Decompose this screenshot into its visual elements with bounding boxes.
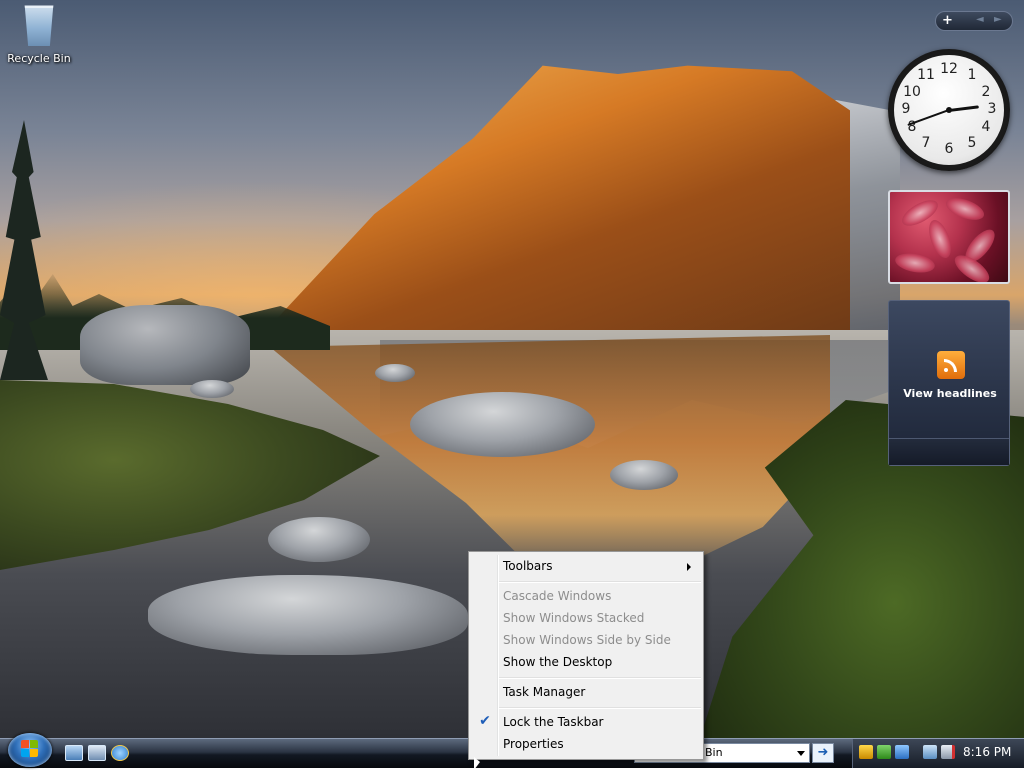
clock-gadget[interactable]: 12 1 2 3 4 5 6 7 8 9 10 11	[888, 49, 1010, 171]
mouse-cursor-icon	[474, 757, 480, 770]
menu-item-label: Show Windows Side by Side	[503, 633, 671, 647]
clock-number: 6	[944, 141, 954, 157]
clock-number: 12	[940, 61, 958, 77]
clock-face: 12 1 2 3 4 5 6 7 8 9 10 11	[894, 55, 1004, 165]
menu-item-label: Show the Desktop	[503, 655, 613, 669]
next-gadget-page-button[interactable]: ►	[994, 14, 1002, 25]
internet-explorer-icon[interactable]	[111, 745, 129, 761]
clock-number: 5	[967, 135, 977, 151]
address-go-button[interactable]: ➜	[812, 743, 834, 763]
menu-item-lock-the-taskbar[interactable]: ✔ Lock the Taskbar	[471, 711, 701, 733]
windows-logo-icon	[21, 740, 39, 758]
notification-area: 8:16 PM	[852, 739, 1024, 768]
address-value: Bin	[705, 746, 723, 759]
clock-number: 2	[981, 84, 991, 100]
chevron-right-icon	[687, 563, 691, 571]
clock-number: 7	[921, 135, 931, 151]
rss-icon	[937, 351, 965, 379]
start-button[interactable]	[8, 733, 52, 767]
menu-item-label: Lock the Taskbar	[503, 715, 604, 729]
menu-item-label: Cascade Windows	[503, 589, 612, 603]
menu-item-label: Task Manager	[503, 685, 586, 699]
rock	[190, 380, 234, 398]
chevron-down-icon[interactable]	[797, 751, 805, 756]
menu-separator	[499, 707, 701, 709]
rock	[80, 305, 250, 385]
clock-number: 9	[901, 101, 911, 117]
menu-item-show-windows-side-by-side: Show Windows Side by Side	[471, 629, 701, 651]
add-gadget-button[interactable]: +	[942, 13, 953, 28]
menu-item-show-windows-stacked: Show Windows Stacked	[471, 607, 701, 629]
rock	[268, 517, 370, 562]
slideshow-leaf	[924, 217, 956, 261]
network-icon[interactable]	[877, 745, 891, 759]
menu-item-label: Show Windows Stacked	[503, 611, 645, 625]
show-desktop-icon[interactable]	[65, 745, 83, 761]
slideshow-leaf	[893, 250, 937, 276]
clock-number: 10	[903, 84, 921, 100]
clock-hour-hand	[948, 104, 979, 112]
taskbar-context-menu: Toolbars Cascade Windows Show Windows St…	[468, 551, 704, 760]
clock-number: 11	[917, 67, 935, 83]
menu-item-show-the-desktop[interactable]: Show the Desktop	[471, 651, 701, 673]
switch-windows-icon[interactable]	[88, 745, 106, 761]
rock	[410, 392, 595, 457]
menu-item-properties[interactable]: Properties	[471, 733, 701, 755]
menu-item-task-manager[interactable]: Task Manager	[471, 681, 701, 703]
clock-number: 3	[987, 101, 997, 117]
sidebar-controls: + ◄ ►	[935, 11, 1013, 31]
network-connection-icon[interactable]	[923, 745, 937, 759]
menu-item-label: Toolbars	[503, 559, 553, 573]
clock-number: 4	[981, 119, 991, 135]
view-headlines-label[interactable]: View headlines	[889, 387, 1011, 400]
rock	[610, 460, 678, 490]
clock-center-pin	[946, 107, 952, 113]
menu-item-toolbars[interactable]: Toolbars	[471, 555, 701, 577]
recycle-bin-shortcut[interactable]: Recycle Bin	[4, 2, 74, 65]
windows-update-icon[interactable]	[895, 745, 909, 759]
recycle-bin-icon	[24, 5, 54, 46]
menu-separator	[499, 677, 701, 679]
checkmark-icon: ✔	[479, 713, 491, 729]
slideshow-leaf	[943, 193, 987, 225]
menu-item-label: Properties	[503, 737, 564, 751]
feed-headlines-gadget[interactable]: View headlines	[888, 300, 1010, 466]
taskbar-clock[interactable]: 8:16 PM	[963, 745, 1011, 759]
security-shield-icon[interactable]	[859, 745, 873, 759]
menu-item-cascade-windows: Cascade Windows	[471, 585, 701, 607]
feed-gadget-footer	[889, 438, 1009, 465]
menu-separator	[499, 581, 701, 583]
rock	[148, 575, 468, 655]
previous-gadget-page-button[interactable]: ◄	[976, 14, 984, 25]
recycle-bin-label: Recycle Bin	[7, 52, 71, 65]
rock	[375, 364, 415, 382]
volume-muted-icon[interactable]	[941, 745, 955, 759]
clock-number: 1	[967, 67, 977, 83]
slideshow-gadget[interactable]	[888, 190, 1010, 284]
